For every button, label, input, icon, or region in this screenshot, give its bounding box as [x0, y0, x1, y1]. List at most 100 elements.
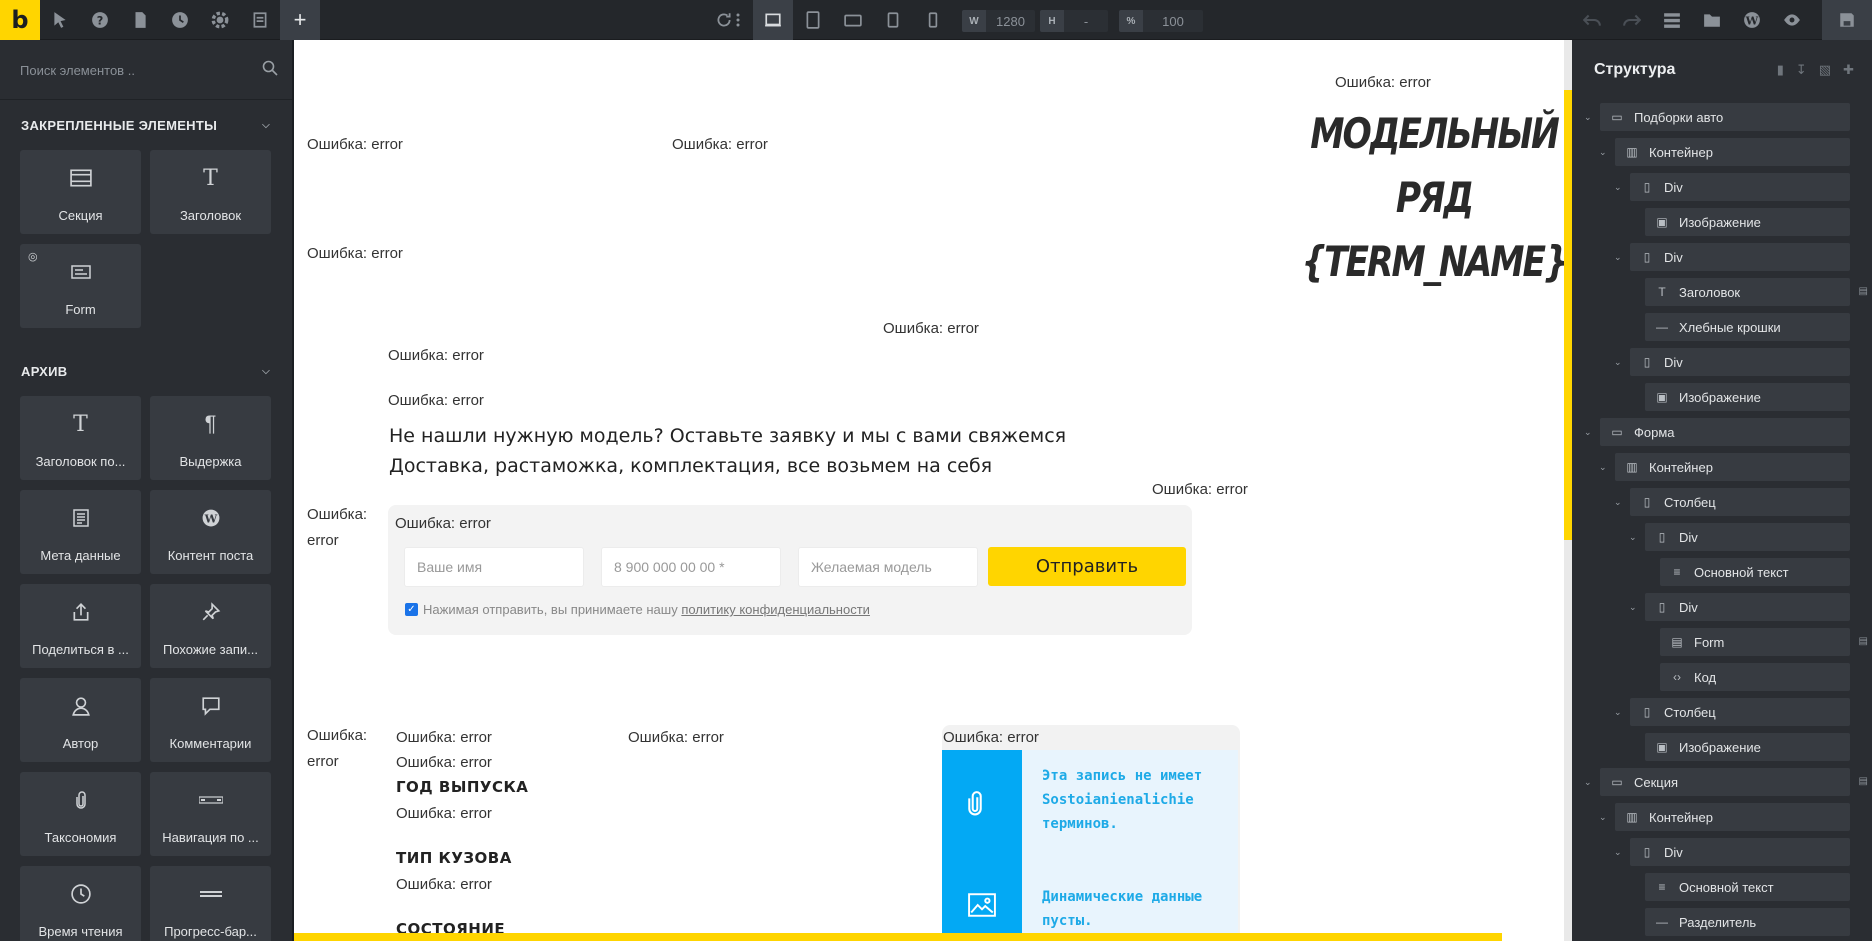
chevron-down-icon[interactable]: ⌄	[1614, 707, 1622, 718]
tablet-portrait-icon[interactable]	[833, 0, 873, 40]
structure-node[interactable]: — Хлебные крошки	[1645, 313, 1850, 341]
template-icon[interactable]	[240, 0, 280, 40]
search-input[interactable]	[20, 58, 250, 82]
download-icon[interactable]: ↧	[1796, 62, 1807, 78]
width-value[interactable]: 1280	[986, 10, 1035, 32]
desktop-device-icon[interactable]	[753, 0, 793, 40]
structure-node[interactable]: ▭ Форма	[1600, 418, 1850, 446]
settings-icon[interactable]	[200, 0, 240, 40]
chevron-down-icon[interactable]: ⌄	[1614, 357, 1622, 368]
structure-node[interactable]: ▯ Div	[1630, 243, 1850, 271]
undo-icon[interactable]	[1572, 0, 1612, 40]
structure-node[interactable]: ▣ Изображение	[1645, 733, 1850, 761]
horizontal-scrollbar[interactable]	[294, 933, 1502, 941]
structure-node[interactable]: ▯ Div	[1645, 523, 1850, 551]
height-value[interactable]: -	[1064, 10, 1108, 32]
archive-group-header[interactable]: АРХИВ ⌵	[0, 346, 292, 396]
element-tile-author[interactable]: Автор	[20, 678, 141, 762]
pinned-group-header[interactable]: ЗАКРЕПЛЕННЫЕ ЭЛЕМЕНТЫ ⌵	[0, 100, 292, 150]
structure-node[interactable]: ≡ Основной текст	[1645, 873, 1850, 901]
chevron-down-icon[interactable]: ⌄	[1599, 462, 1607, 473]
scrollbar-thumb[interactable]	[1564, 90, 1572, 540]
structure-node[interactable]: ▯ Div	[1630, 173, 1850, 201]
tablet-landscape-icon[interactable]	[793, 0, 833, 40]
zoom-field[interactable]: % 100	[1119, 10, 1203, 32]
chevron-down-icon[interactable]: ⌄	[1599, 812, 1607, 823]
hero-title[interactable]: МОДЕЛЬНЫЙ РЯД {TERM_NAME}	[1278, 102, 1566, 294]
width-field[interactable]: W 1280	[962, 10, 1035, 32]
chevron-down-icon[interactable]: ⌄	[1584, 112, 1592, 123]
help-icon[interactable]: ?	[80, 0, 120, 40]
structure-node[interactable]: ▥ Контейнер	[1615, 803, 1850, 831]
element-tile-post-navigation[interactable]: Навигация по ...	[150, 772, 271, 856]
chevron-down-icon[interactable]: ⌄	[1629, 602, 1637, 613]
redo-icon[interactable]	[1612, 0, 1652, 40]
element-tile-related[interactable]: Похожие запи...	[150, 584, 271, 668]
name-input[interactable]: Ваше имя	[404, 547, 584, 587]
element-tile-taxonomy[interactable]: Таксономия	[20, 772, 141, 856]
structure-node[interactable]: ▣ Изображение	[1645, 208, 1850, 236]
history-icon[interactable]	[160, 0, 200, 40]
phone-input[interactable]: 8 900 000 00 00 *	[601, 547, 781, 587]
structure-node[interactable]: ▯ Div	[1645, 593, 1850, 621]
chevron-down-icon[interactable]: ⌄	[1614, 252, 1622, 263]
logo[interactable]: b	[0, 0, 40, 40]
mobile-portrait-icon[interactable]	[913, 0, 953, 40]
page-canvas[interactable]: Ошибка: error МОДЕЛЬНЫЙ РЯД {TERM_NAME} …	[294, 40, 1566, 941]
structure-node[interactable]: ▤ Form	[1660, 628, 1850, 656]
element-tile-post-title[interactable]: T Заголовок по...	[20, 396, 141, 480]
chevron-down-icon[interactable]: ⌄	[1614, 497, 1622, 508]
chevron-down-icon[interactable]: ⌵	[262, 120, 270, 131]
structure-node[interactable]: ▣ Изображение	[1645, 383, 1850, 411]
structure-node[interactable]: ≡ Основной текст	[1660, 558, 1850, 586]
chevron-down-icon[interactable]: ⌄	[1614, 182, 1622, 193]
cursor-icon[interactable]	[40, 0, 80, 40]
structure-icon[interactable]	[1652, 0, 1692, 40]
element-tile-post-content[interactable]: W Контент поста	[150, 490, 271, 574]
structure-node[interactable]: ‹› Код	[1660, 663, 1850, 691]
element-tile-meta[interactable]: Мета данные	[20, 490, 141, 574]
privacy-policy-link[interactable]: политику конфиденциальности	[681, 602, 870, 617]
chevron-down-icon[interactable]: ⌄	[1599, 147, 1607, 158]
chevron-down-icon[interactable]: ⌄	[1629, 532, 1637, 543]
structure-node[interactable]: ▯ Div	[1630, 838, 1850, 866]
structure-node[interactable]: ▯ Столбец	[1630, 698, 1850, 726]
vertical-scrollbar[interactable]	[1564, 40, 1572, 941]
element-tile-comments[interactable]: Комментарии	[150, 678, 271, 762]
element-tile-progress-bar[interactable]: Прогресс-бар...	[150, 866, 271, 941]
height-field[interactable]: H -	[1040, 10, 1108, 32]
mobile-landscape-icon[interactable]	[873, 0, 913, 40]
expand-icon[interactable]: ✚	[1843, 62, 1854, 78]
chevron-down-icon[interactable]: ⌄	[1584, 427, 1592, 438]
trash-icon[interactable]: ▧	[1819, 62, 1831, 78]
clipboard-icon[interactable]: ▮	[1777, 62, 1784, 78]
add-element-button[interactable]: +	[280, 0, 320, 40]
model-input[interactable]: Желаемая модель	[798, 547, 978, 587]
structure-node[interactable]: T Заголовок	[1645, 278, 1850, 306]
submit-button[interactable]: Отправить	[988, 547, 1186, 586]
pages-icon[interactable]	[120, 0, 160, 40]
chevron-down-icon[interactable]: ⌄	[1584, 777, 1592, 788]
search-icon[interactable]	[262, 60, 278, 81]
structure-node[interactable]: ▥ Контейнер	[1615, 138, 1850, 166]
wordpress-icon[interactable]: W	[1732, 0, 1772, 40]
element-tile-reading-time[interactable]: Время чтения	[20, 866, 141, 941]
element-tile-share[interactable]: Поделиться в ...	[20, 584, 141, 668]
chevron-down-icon[interactable]: ⌵	[262, 366, 270, 377]
structure-node[interactable]: ▭ Секция	[1600, 768, 1850, 796]
structure-node[interactable]: ▯ Div	[1630, 348, 1850, 376]
preview-icon[interactable]	[1772, 0, 1812, 40]
save-button[interactable]	[1822, 0, 1872, 40]
folder-icon[interactable]	[1692, 0, 1732, 40]
element-tile-heading[interactable]: T Заголовок	[150, 150, 271, 234]
structure-node[interactable]: ▯ Столбец	[1630, 488, 1850, 516]
element-tile-excerpt[interactable]: ¶ Выдержка	[150, 396, 271, 480]
structure-node[interactable]: ▥ Контейнер	[1615, 453, 1850, 481]
structure-node[interactable]: ▭ Подборки авто	[1600, 103, 1850, 131]
element-tile-section[interactable]: Секция	[20, 150, 141, 234]
element-tile-form[interactable]: ◎ Form	[20, 244, 141, 328]
structure-node[interactable]: — Разделитель	[1645, 908, 1850, 936]
more-icon[interactable]	[728, 0, 748, 40]
consent-checkbox[interactable]: ✓	[405, 603, 418, 616]
chevron-down-icon[interactable]: ⌄	[1614, 847, 1622, 858]
